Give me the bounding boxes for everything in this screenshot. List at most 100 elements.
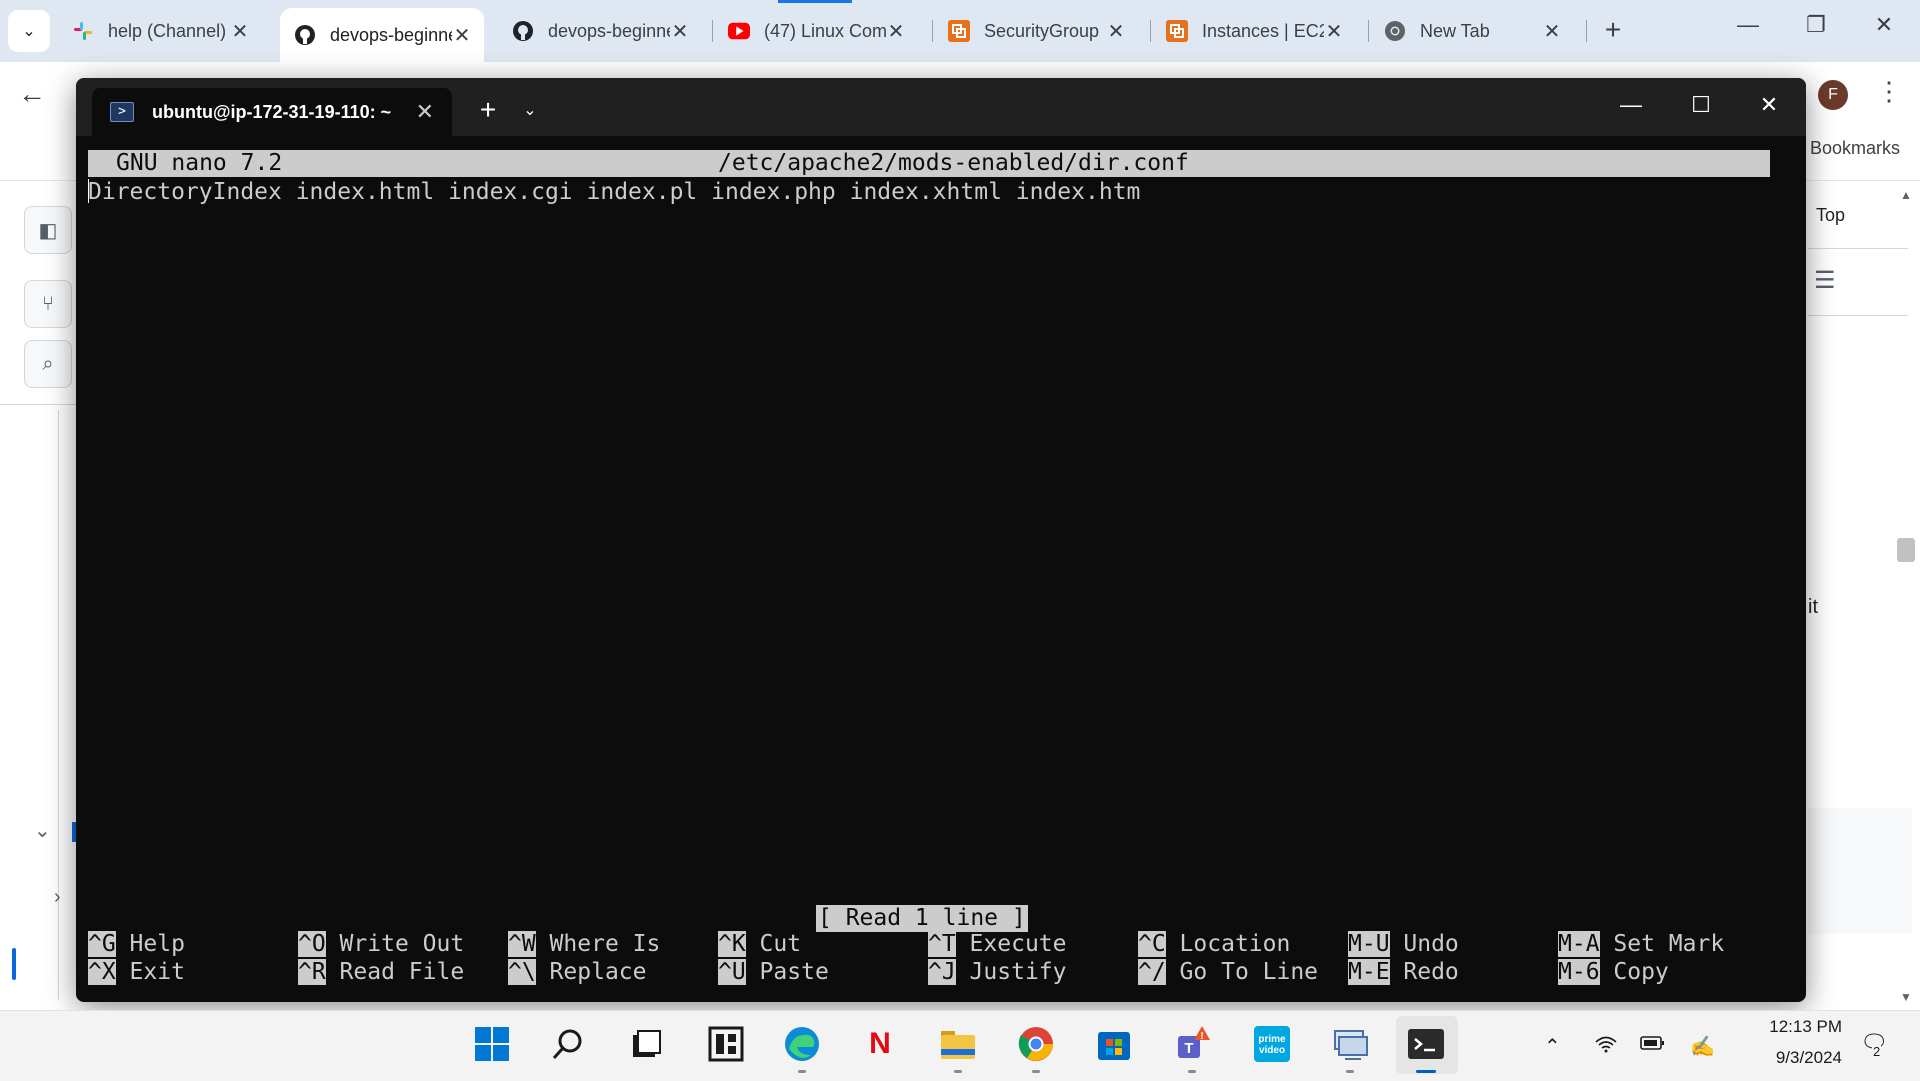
maximize-icon: ☐ <box>1691 92 1711 117</box>
edge-icon[interactable] <box>782 1024 822 1064</box>
terminal-tab[interactable]: > ubuntu@ip-172-31-19-110: ~ ✕ <box>92 88 452 136</box>
close-icon: ✕ <box>1874 12 1894 37</box>
plus-icon: + <box>1604 14 1622 45</box>
svg-text:!: ! <box>1200 1031 1203 1042</box>
netflix-icon[interactable]: N <box>860 1024 900 1064</box>
terminal-maximize-button[interactable]: ☐ <box>1678 92 1724 118</box>
browser-tab-youtube[interactable]: (47) Linux Com ✕ <box>714 8 918 54</box>
profile-avatar[interactable]: F <box>1818 80 1848 110</box>
close-icon[interactable]: ✕ <box>1324 19 1344 44</box>
browser-tab-aws-instances[interactable]: Instances | EC2 ✕ <box>1152 8 1356 54</box>
terminal-window[interactable]: > ubuntu@ip-172-31-19-110: ~ ✕ + ⌄ — ☐ ✕… <box>76 78 1806 1002</box>
svg-text:prime: prime <box>1258 1034 1286 1045</box>
shortcut-label: Execute <box>955 931 1067 957</box>
minimize-button[interactable]: — <box>1728 12 1768 38</box>
github-icon <box>294 24 316 46</box>
terminal-profiles-dropdown[interactable]: ⌄ <box>510 100 550 120</box>
browser-tab-github[interactable]: devops-beginner ✕ <box>498 8 702 54</box>
sidebar-toggle-button[interactable]: ◧ <box>24 206 72 254</box>
minimize-icon: — <box>1737 12 1759 37</box>
nano-version: GNU nano 7.2 <box>116 150 283 176</box>
scrollbar-thumb[interactable] <box>1897 538 1915 562</box>
tab-search-button[interactable]: ⌄ <box>8 10 50 52</box>
page-scrollbar[interactable] <box>1896 180 1920 1010</box>
prime-video-icon[interactable]: prime video <box>1252 1024 1292 1064</box>
file-tree-guide <box>58 410 59 1000</box>
branch-button[interactable]: ⑂ <box>24 280 72 328</box>
battery-icon[interactable] <box>1640 1034 1666 1057</box>
shortcut-key: ^R <box>298 959 326 985</box>
tab-separator <box>712 20 713 42</box>
terminal-icon[interactable] <box>1406 1024 1446 1064</box>
close-icon[interactable]: ✕ <box>416 99 434 125</box>
chevron-right-icon[interactable]: › <box>54 886 61 909</box>
network-connection-icon[interactable] <box>1330 1024 1370 1064</box>
scroll-up-icon[interactable]: ▲ <box>1900 188 1912 202</box>
tab-title: devops-beginner <box>330 24 452 45</box>
chevron-down-icon[interactable]: ⌄ <box>34 818 51 843</box>
nano-shortcut-copy: M-6 Copy <box>1558 958 1669 986</box>
bookmarks-label[interactable]: Bookmarks <box>1810 138 1900 159</box>
nano-shortcut-set-mark: M-A Set Mark <box>1558 930 1724 958</box>
widgets-icon[interactable] <box>706 1024 746 1064</box>
wifi-icon[interactable] <box>1594 1034 1618 1060</box>
close-icon[interactable]: ✕ <box>230 19 250 44</box>
clock-time[interactable]: 12:13 PM <box>1752 1017 1842 1037</box>
nano-filename: /etc/apache2/mods-enabled/dir.conf <box>718 150 1189 176</box>
shortcut-label: Write Out <box>325 931 465 957</box>
browser-tab-slack[interactable]: help (Channel) ✕ <box>58 8 262 54</box>
new-terminal-tab-button[interactable]: + <box>468 94 508 126</box>
nano-shortcut-where-is: ^W Where Is <box>508 930 660 958</box>
browser-tab-github-active[interactable]: devops-beginner ✕ <box>280 8 484 62</box>
terminal-minimize-button[interactable]: — <box>1608 92 1654 118</box>
new-tab-button[interactable]: + <box>1598 14 1628 46</box>
restore-icon: ❐ <box>1806 12 1826 37</box>
terminal-close-button[interactable]: ✕ <box>1746 92 1792 118</box>
close-icon[interactable]: ✕ <box>670 19 690 44</box>
close-icon[interactable]: ✕ <box>1542 19 1562 44</box>
search-icon: ⌕ <box>42 352 54 375</box>
back-button[interactable]: ← <box>18 78 46 110</box>
shortcut-key: M-E <box>1348 959 1390 985</box>
sidebar-panel-icon: ◧ <box>38 219 58 242</box>
close-icon[interactable]: ✕ <box>1106 19 1126 44</box>
tab-separator <box>1150 20 1151 42</box>
nano-shortcut-go-to-line: ^/ Go To Line <box>1138 958 1318 986</box>
close-icon[interactable]: ✕ <box>886 19 906 44</box>
restore-button[interactable]: ❐ <box>1796 12 1836 38</box>
windows-start-icon[interactable] <box>472 1024 512 1064</box>
top-link[interactable]: Top <box>1816 205 1845 226</box>
file-explorer-icon[interactable] <box>938 1024 978 1064</box>
outline-list-icon[interactable]: ☰ <box>1814 266 1836 295</box>
search-icon[interactable] <box>548 1024 588 1064</box>
shortcut-key: ^W <box>508 931 536 957</box>
close-icon[interactable]: ✕ <box>452 23 472 48</box>
right-panel-divider <box>1808 315 1908 316</box>
minimize-icon: — <box>1620 92 1642 117</box>
tab-title: New Tab <box>1420 20 1490 41</box>
show-hidden-icons-button[interactable]: ⌃ <box>1544 1034 1561 1059</box>
nano-shortcut-read-file: ^R Read File <box>298 958 464 986</box>
nano-shortcut-exit: ^X Exit <box>88 958 185 986</box>
more-options-icon[interactable]: ⋮ <box>1876 76 1902 107</box>
scroll-down-icon[interactable]: ▼ <box>1900 990 1912 1004</box>
pen-menu-icon[interactable]: ✍ <box>1690 1034 1715 1059</box>
shortcut-key: ^G <box>88 931 116 957</box>
teams-icon[interactable]: T! <box>1172 1024 1212 1064</box>
browser-tab-new-tab[interactable]: New Tab ✕ <box>1370 8 1574 54</box>
chrome-icon[interactable] <box>1016 1024 1056 1064</box>
shortcut-key: ^\ <box>508 959 536 985</box>
shortcut-label: Redo <box>1389 959 1459 985</box>
close-window-button[interactable]: ✕ <box>1864 12 1904 38</box>
browser-tab-aws-security-group[interactable]: SecurityGroup ✕ <box>934 8 1138 54</box>
editor-text-line[interactable]: DirectoryIndex index.html index.cgi inde… <box>88 178 1140 206</box>
clock-date[interactable]: 9/3/2024 <box>1752 1048 1842 1068</box>
shortcut-key: ^J <box>928 959 956 985</box>
shortcut-key: ^T <box>928 931 956 957</box>
microsoft-store-icon[interactable] <box>1094 1024 1134 1064</box>
github-icon <box>512 20 534 42</box>
plus-icon: + <box>479 94 497 125</box>
task-view-icon[interactable] <box>626 1024 666 1064</box>
shortcut-key: M-6 <box>1558 959 1600 985</box>
search-button[interactable]: ⌕ <box>24 340 72 388</box>
